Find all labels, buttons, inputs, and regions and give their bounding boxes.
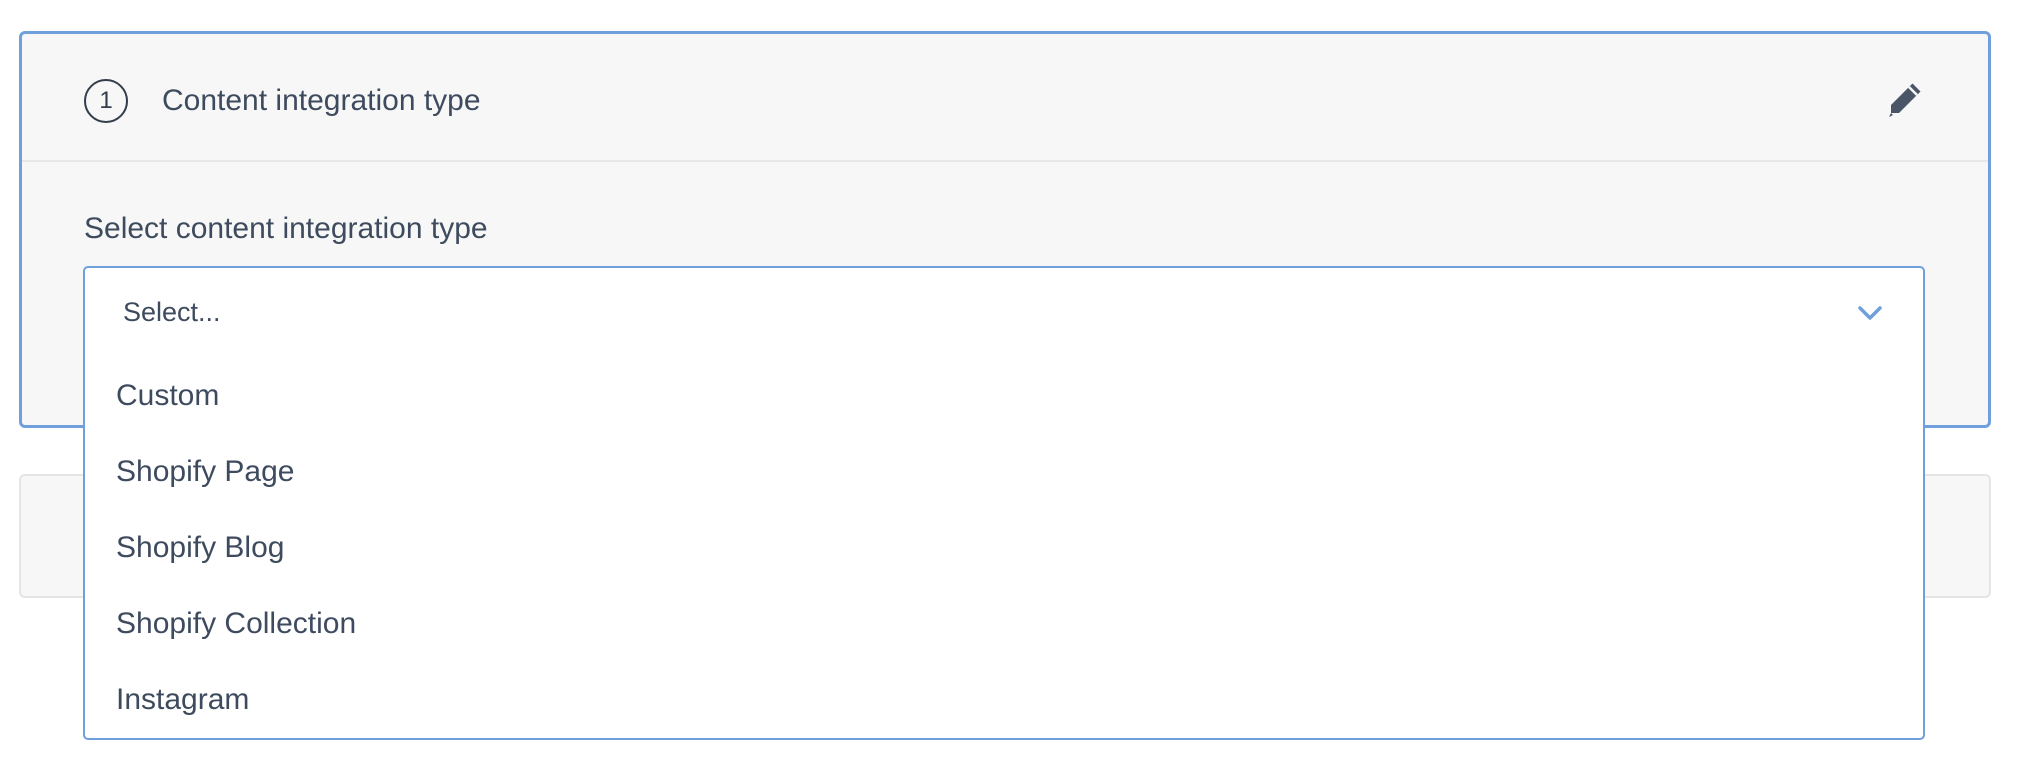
select-option-instagram[interactable]: Instagram [85, 662, 1923, 738]
field-label: Select content integration type [84, 212, 488, 245]
page: 1 Content integration type Select conten… [0, 0, 2024, 770]
select-menu: Custom Shopify Page Shopify Blog Shopify… [85, 358, 1923, 738]
edit-step-button[interactable] [1882, 76, 1928, 122]
select-placeholder: Select... [123, 297, 221, 327]
select-option-shopify-blog[interactable]: Shopify Blog [85, 510, 1923, 586]
select-option-shopify-page[interactable]: Shopify Page [85, 434, 1923, 510]
pencil-icon [1889, 83, 1921, 117]
select-control[interactable]: Select... [85, 268, 1923, 358]
content-integration-type-select[interactable]: Select... Custom Shopify Page Shopify Bl… [83, 266, 1925, 740]
select-option-custom[interactable]: Custom [85, 358, 1923, 434]
chevron-down-icon[interactable] [1855, 298, 1885, 328]
select-option-shopify-collection[interactable]: Shopify Collection [85, 586, 1923, 662]
step-title: Content integration type [162, 84, 481, 117]
step-card-header: 1 Content integration type [22, 34, 1988, 162]
step-number-badge: 1 [84, 79, 128, 123]
